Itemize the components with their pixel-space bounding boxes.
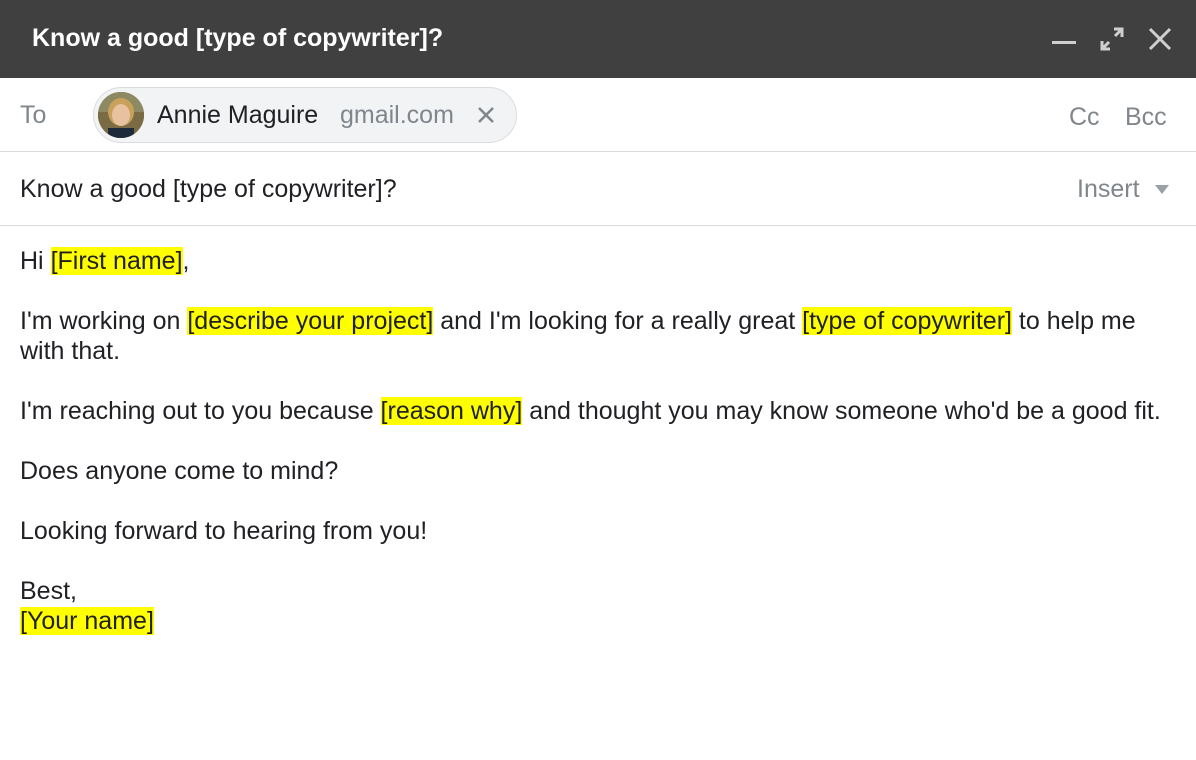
- message-body[interactable]: Hi [First name], I'm working on [describ…: [20, 246, 1180, 636]
- compose-title-bar[interactable]: Know a good [type of copywriter]?: [0, 0, 1196, 78]
- recipient-chip[interactable]: Annie Maguire gmail.com: [93, 87, 517, 143]
- remove-recipient-icon[interactable]: [476, 105, 496, 125]
- minimize-icon[interactable]: [1050, 25, 1078, 53]
- recipient-domain: gmail.com: [340, 101, 454, 129]
- subject-row[interactable]: Know a good [type of copywriter]? Insert: [0, 152, 1196, 226]
- compose-title: Know a good [type of copywriter]?: [32, 24, 444, 52]
- paragraph-question: Does anyone come to mind?: [20, 457, 339, 485]
- signature-line: [Your name]: [20, 606, 1180, 636]
- paragraph-reason: I'm reaching out to you because [reason …: [20, 397, 1161, 425]
- paragraph-project: I'm working on [describe your project] a…: [20, 307, 1136, 365]
- placeholder-copywriter-type: [type of copywriter]: [802, 307, 1012, 335]
- recipients-row[interactable]: To Annie Maguire gmail.com Cc Bcc: [0, 78, 1196, 152]
- compose-window: Know a good [type of copywriter]? To Ann…: [0, 0, 1196, 760]
- close-icon[interactable]: [1146, 25, 1174, 53]
- expand-icon[interactable]: [1098, 25, 1126, 53]
- recipient-name: Annie Maguire: [157, 101, 319, 129]
- greeting-line: Hi [First name],: [20, 247, 190, 275]
- placeholder-project: [describe your project]: [187, 307, 434, 335]
- avatar: [98, 92, 144, 138]
- bcc-button[interactable]: Bcc: [1125, 102, 1167, 132]
- paragraph-closing: Looking forward to hearing from you!: [20, 517, 428, 545]
- placeholder-reason: [reason why]: [380, 397, 523, 425]
- signoff: Best,: [20, 577, 77, 605]
- cc-button[interactable]: Cc: [1069, 102, 1100, 132]
- insert-button[interactable]: Insert: [1077, 174, 1140, 204]
- subject-field[interactable]: Know a good [type of copywriter]?: [20, 174, 397, 204]
- to-label: To: [20, 101, 47, 129]
- placeholder-your-name: [Your name]: [20, 607, 154, 635]
- placeholder-first-name: [First name]: [50, 247, 183, 275]
- chevron-down-icon[interactable]: [1155, 185, 1169, 194]
